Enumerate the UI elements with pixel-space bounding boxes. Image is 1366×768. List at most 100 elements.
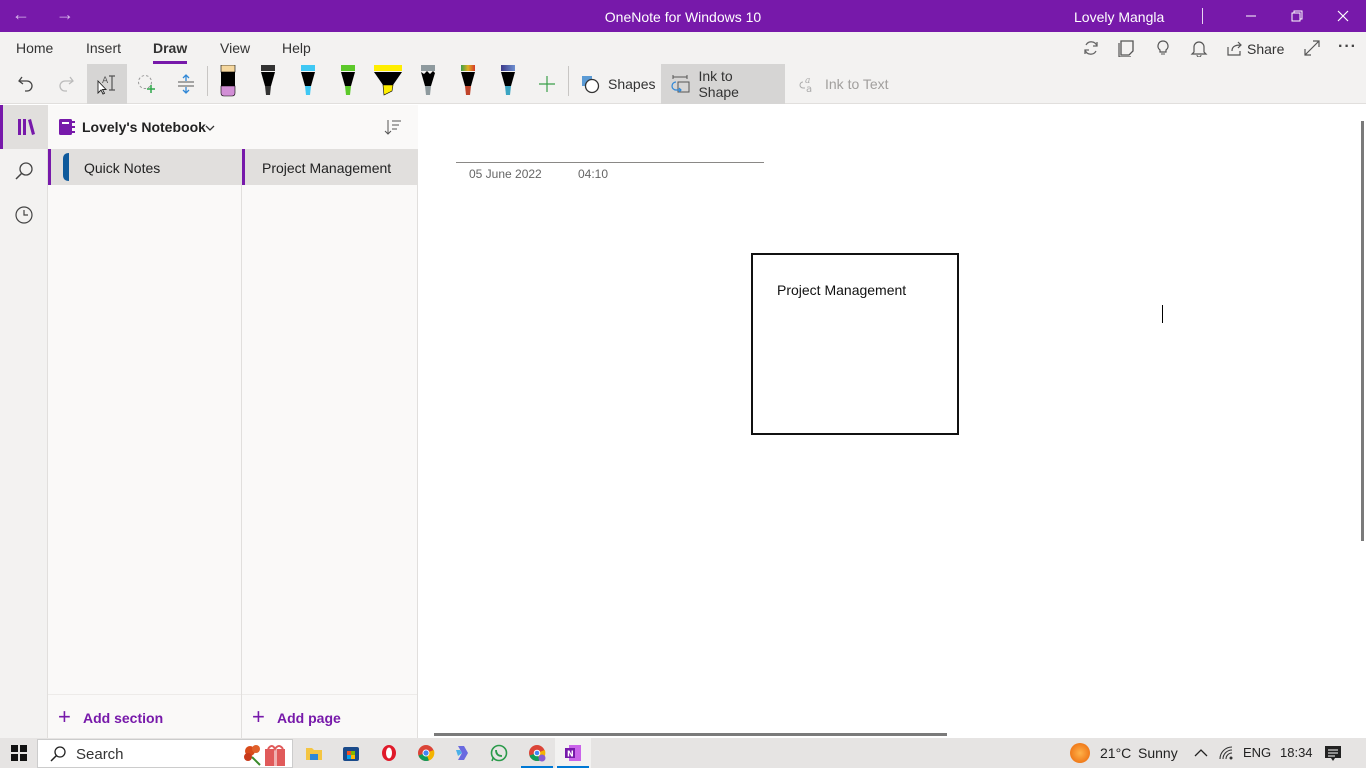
shapes-button[interactable]: Shapes <box>570 64 665 104</box>
back-button[interactable]: ← <box>12 4 30 25</box>
notebook-icon <box>59 119 75 135</box>
start-button[interactable] <box>0 738 37 768</box>
sort-button[interactable] <box>384 118 402 141</box>
rectangle-shape[interactable]: Project Management <box>751 253 959 435</box>
store-icon <box>343 747 359 761</box>
shape-text[interactable]: Project Management <box>777 282 906 298</box>
tab-home[interactable]: Home <box>16 40 53 56</box>
whatsapp-icon <box>490 744 508 762</box>
add-space-button[interactable] <box>167 64 205 104</box>
ribbon: Home Insert Draw View Help Share ··· A S… <box>0 32 1366 104</box>
section-item[interactable]: Quick Notes <box>48 149 242 185</box>
search-button[interactable] <box>0 149 48 193</box>
taskbar-onenote[interactable]: N <box>555 738 591 768</box>
share-label: Share <box>1247 41 1285 57</box>
chevron-down-icon <box>205 125 215 131</box>
show-hidden-icons-button[interactable] <box>1193 746 1209 765</box>
rainbow-pen[interactable] <box>459 65 477 97</box>
more-icon: ··· <box>1338 38 1357 55</box>
tab-insert[interactable]: Insert <box>86 40 121 56</box>
eraser-pen[interactable] <box>219 65 237 97</box>
page-canvas[interactable]: 05 June 2022 04:10 Project Management <box>418 105 1366 738</box>
page-label: Project Management <box>262 160 392 176</box>
add-page-label: Add page <box>277 710 341 726</box>
ideas-button[interactable] <box>1154 39 1172 62</box>
minimize-icon <box>1246 15 1256 17</box>
forward-button[interactable]: → <box>56 4 74 25</box>
input-language[interactable]: ENG <box>1243 745 1271 760</box>
ink-to-text-button[interactable]: aa Ink to Text <box>787 64 899 104</box>
taskbar-search[interactable]: Search <box>37 739 293 768</box>
chrome-icon <box>418 745 435 762</box>
taskbar-opera[interactable] <box>371 738 407 768</box>
taskbar-copilot[interactable] <box>444 738 480 768</box>
sync-icon <box>1084 41 1098 55</box>
chrome-profile-icon <box>529 745 546 762</box>
ink-to-shape-button[interactable]: Ink to Shape <box>661 64 785 104</box>
add-section-button[interactable]: + Add section <box>48 694 241 738</box>
black-pen[interactable] <box>259 65 277 97</box>
blue-pen[interactable] <box>299 65 317 97</box>
network-button[interactable] <box>1218 745 1236 766</box>
silver-pen[interactable] <box>419 65 437 97</box>
section-label: Quick Notes <box>84 160 161 176</box>
bell-icon <box>1190 41 1208 58</box>
notebook-selector[interactable]: Lovely's Notebook <box>48 105 248 149</box>
add-pen-button[interactable] <box>537 74 557 99</box>
insert-space-icon <box>178 74 194 94</box>
taskbar-chrome-profile[interactable] <box>519 738 555 768</box>
onenote-icon: N <box>565 745 581 761</box>
undo-button[interactable] <box>8 64 44 104</box>
add-page-button[interactable]: + Add page <box>242 694 417 738</box>
vertical-scrollbar[interactable] <box>1361 121 1364 541</box>
notebooks-icon <box>17 119 35 135</box>
lightbulb-icon <box>1157 40 1169 55</box>
type-select-button[interactable]: A <box>87 64 127 104</box>
system-clock[interactable]: 18:34 <box>1280 745 1313 760</box>
taskbar-microsoft-store[interactable] <box>333 738 369 768</box>
search-icon <box>50 746 66 762</box>
sections-pane: Quick Notes + Add section <box>48 149 242 738</box>
taskbar-chrome[interactable] <box>408 738 444 768</box>
yellow-highlighter[interactable] <box>373 65 403 97</box>
toolbar-separator <box>568 66 569 96</box>
notebooks-button[interactable] <box>0 105 48 149</box>
ink-to-shape-label: Ink to Shape <box>698 68 739 100</box>
fullscreen-button[interactable] <box>1303 39 1321 62</box>
windows-icon <box>10 745 27 761</box>
tab-help[interactable]: Help <box>282 40 311 56</box>
page-title-field[interactable] <box>456 162 764 163</box>
minimize-button[interactable] <box>1228 0 1274 32</box>
ink-to-shape-icon <box>671 75 690 93</box>
weather-widget[interactable]: 21°C Sunny <box>1066 738 1186 768</box>
galaxy-pen[interactable] <box>499 65 517 97</box>
taskbar-whatsapp[interactable] <box>481 738 517 768</box>
share-button[interactable]: Share <box>1225 32 1285 64</box>
action-center-button[interactable] <box>1324 745 1342 768</box>
notebook-title: Lovely's Notebook <box>82 119 206 135</box>
recent-notes-button[interactable] <box>0 193 48 237</box>
lasso-icon <box>138 75 155 93</box>
toolbar-separator <box>207 66 208 96</box>
page-item[interactable]: Project Management <box>242 149 418 185</box>
taskbar-file-explorer[interactable] <box>296 738 332 768</box>
close-button[interactable] <box>1320 0 1366 32</box>
page-date: 05 June 2022 <box>469 167 542 181</box>
sync-button[interactable] <box>1082 39 1100 62</box>
flowers-gift-icon <box>244 745 285 766</box>
tab-draw[interactable]: Draw <box>153 40 188 64</box>
user-account[interactable]: Lovely Mangla <box>1074 9 1164 25</box>
green-pen[interactable] <box>339 65 357 97</box>
search-label: Search <box>76 746 124 763</box>
lasso-select-button[interactable] <box>128 64 166 104</box>
section-color-tab-icon <box>63 153 69 181</box>
redo-button[interactable] <box>48 64 84 104</box>
undo-icon <box>18 76 33 92</box>
horizontal-scrollbar[interactable] <box>434 733 947 736</box>
sticky-notes-button[interactable] <box>1118 39 1136 62</box>
more-options-button[interactable]: ··· <box>1338 38 1357 56</box>
share-icon <box>1227 41 1242 56</box>
notifications-button[interactable] <box>1190 39 1208 62</box>
restore-button[interactable] <box>1274 0 1320 32</box>
tab-view[interactable]: View <box>220 40 250 56</box>
